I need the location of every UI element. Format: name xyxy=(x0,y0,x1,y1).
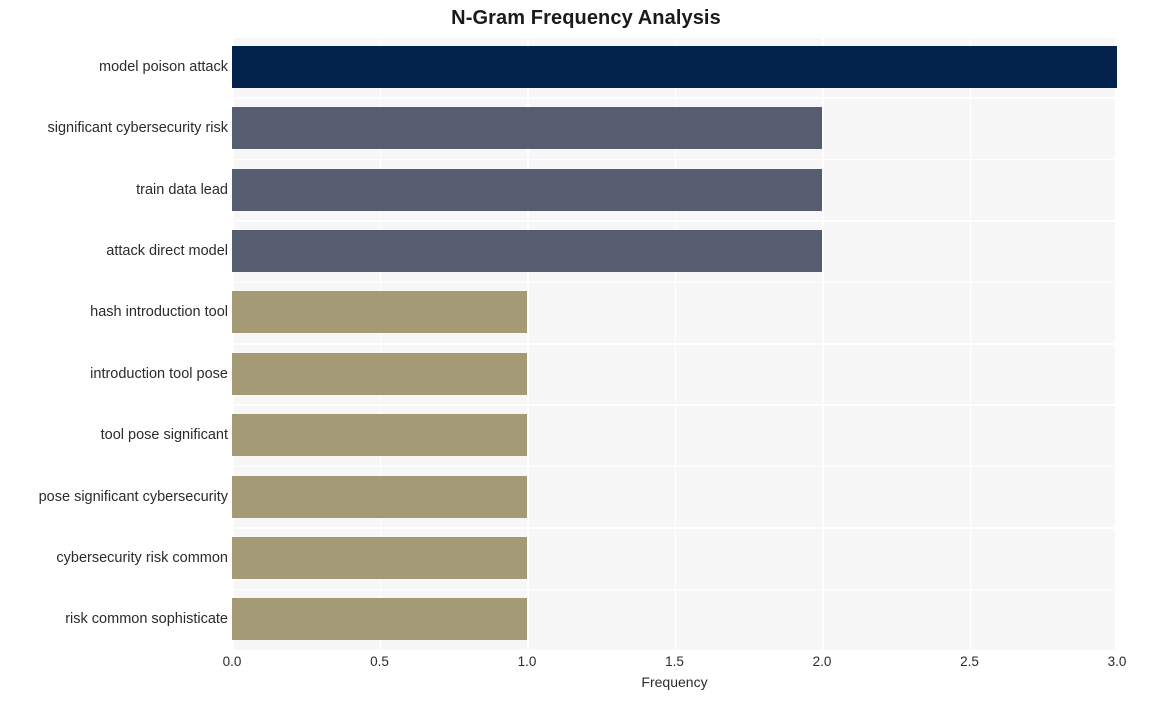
x-axis-tick-label: 1.0 xyxy=(517,654,537,669)
x-axis-tick-label: 2.5 xyxy=(960,654,979,669)
x-axis-tick-label: 3.0 xyxy=(1107,654,1127,669)
bar[interactable] xyxy=(232,291,527,334)
y-axis-category-label: train data lead xyxy=(136,181,228,198)
chart-figure: N-Gram Frequency Analysis model poison a… xyxy=(0,0,1172,701)
gridline-horizontal xyxy=(232,281,1117,284)
gridline-horizontal xyxy=(232,97,1117,99)
bar[interactable] xyxy=(232,168,822,211)
bar[interactable] xyxy=(232,229,822,272)
bar[interactable] xyxy=(232,475,527,518)
gridline-horizontal xyxy=(232,588,1117,591)
y-axis-category-label: attack direct model xyxy=(106,242,228,259)
y-axis-category-label: tool pose significant xyxy=(100,427,228,444)
bar[interactable] xyxy=(232,352,527,395)
x-axis-tick-label: 0.0 xyxy=(222,654,242,669)
gridline-horizontal xyxy=(232,220,1117,222)
bar[interactable] xyxy=(232,598,527,641)
y-axis-category-label: significant cybersecurity risk xyxy=(47,120,229,137)
chart-title: N-Gram Frequency Analysis xyxy=(451,7,721,29)
gridline-horizontal xyxy=(232,158,1117,161)
x-axis-tick-label: 2.0 xyxy=(812,654,832,669)
gridline-horizontal xyxy=(232,650,1117,652)
gridline-horizontal xyxy=(232,404,1117,406)
y-axis-category-label: cybersecurity risk common xyxy=(56,549,228,566)
x-axis-tick-label: 0.5 xyxy=(370,654,389,669)
y-axis-category-label: risk common sophisticate xyxy=(65,611,228,628)
x-axis-tick-label: 1.5 xyxy=(665,654,684,669)
bar[interactable] xyxy=(232,107,822,150)
y-axis-category-label: pose significant cybersecurity xyxy=(38,488,228,505)
x-axis-label: Frequency xyxy=(641,674,708,690)
plot-area xyxy=(232,36,1117,652)
y-axis-category-label: model poison attack xyxy=(99,58,228,75)
gridline-horizontal xyxy=(232,465,1117,468)
bar[interactable] xyxy=(232,45,1117,88)
y-axis-category-label: introduction tool pose xyxy=(90,365,228,382)
bar[interactable] xyxy=(232,536,527,579)
gridline-horizontal xyxy=(232,36,1117,38)
bar[interactable] xyxy=(232,414,527,457)
y-axis-category-label: hash introduction tool xyxy=(90,304,228,321)
gridline-horizontal xyxy=(232,343,1117,345)
gridline-horizontal xyxy=(232,527,1117,529)
